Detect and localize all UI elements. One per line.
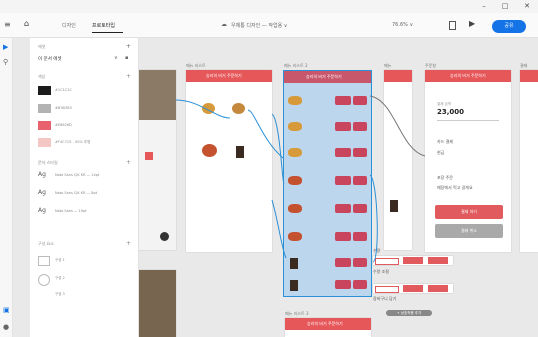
menu-minus-button[interactable] (335, 148, 351, 157)
menu-plus-button[interactable] (353, 148, 367, 157)
component-label[interactable]: 구성 2 (55, 276, 65, 281)
menu-minus-button[interactable] (335, 122, 351, 131)
char-style-label[interactable]: Noto Sans CJK KR — 8pt (55, 191, 97, 195)
menu-thumbnail (288, 96, 302, 105)
char-styles-label: 문자 스타일 (38, 160, 58, 165)
color-swatch[interactable] (38, 104, 51, 113)
menu-minus-button[interactable] (335, 232, 351, 241)
menu-thumbnail (288, 122, 302, 131)
menu-plus-button[interactable] (353, 204, 367, 213)
wire (175, 99, 231, 119)
menu-plus-button[interactable] (353, 280, 367, 289)
menu-plus-button[interactable] (353, 122, 367, 131)
char-style-sample: Ag (38, 189, 46, 196)
menu-plus-button[interactable] (353, 96, 367, 105)
menu-plus-button[interactable] (353, 258, 367, 267)
char-style-sample: Ag (38, 207, 46, 214)
component-thumbnail (38, 256, 50, 266)
menu-thumbnail (290, 280, 298, 291)
menu-minus-button[interactable] (335, 258, 351, 267)
component-label[interactable]: 구성 3 (55, 292, 65, 297)
menu-minus-button[interactable] (335, 176, 351, 185)
add-char-style-icon[interactable]: + (126, 159, 131, 166)
colors-label: 색상 (38, 74, 46, 79)
menu-thumbnail (288, 148, 302, 157)
trash-icon[interactable]: ▪ (125, 55, 128, 61)
color-swatch[interactable] (38, 121, 51, 130)
menu-plus-button[interactable] (353, 232, 367, 241)
menu-minus-button[interactable] (335, 96, 351, 105)
color-label: #1C1C1C (55, 88, 72, 92)
panel-section-label: 에셋 (38, 44, 46, 49)
menu-plus-button[interactable] (353, 176, 367, 185)
color-label: #F4C7C5 - 50% 투명 (55, 140, 91, 144)
menu-minus-button[interactable] (335, 204, 351, 213)
component-label[interactable]: 구성 1 (55, 258, 65, 263)
color-label: #E8626D (55, 123, 72, 127)
color-label: #B3B3B3 (55, 106, 72, 110)
menu-list-rows (283, 82, 372, 295)
char-style-sample: Ag (38, 171, 46, 178)
menu-thumbnail (290, 258, 298, 269)
menu-thumbnail (288, 176, 302, 185)
add-color-icon[interactable]: + (126, 73, 131, 80)
components-label: 구성 요소 (38, 241, 54, 246)
assets-panel: 에셋 + 이 문서 에셋 ∨ ▪ 색상 + #1C1C1C #B3B3B3 #E… (30, 38, 139, 337)
add-component-icon[interactable]: + (126, 240, 131, 247)
document-assets-select[interactable]: 이 문서 에셋 (38, 56, 62, 62)
wire (369, 95, 426, 157)
char-style-label[interactable]: Noto Sans CJK KR — 14pt (55, 173, 99, 177)
color-swatch[interactable] (38, 138, 51, 147)
color-swatch[interactable] (38, 86, 51, 95)
chevron-down-icon[interactable]: ∨ (114, 55, 118, 61)
add-icon[interactable]: + (126, 43, 131, 50)
char-style-label[interactable]: Noto Sans — 10pt (55, 209, 87, 213)
menu-thumbnail (288, 204, 302, 213)
menu-thumbnail (288, 232, 302, 241)
menu-minus-button[interactable] (335, 280, 351, 289)
component-thumbnail (38, 274, 50, 286)
